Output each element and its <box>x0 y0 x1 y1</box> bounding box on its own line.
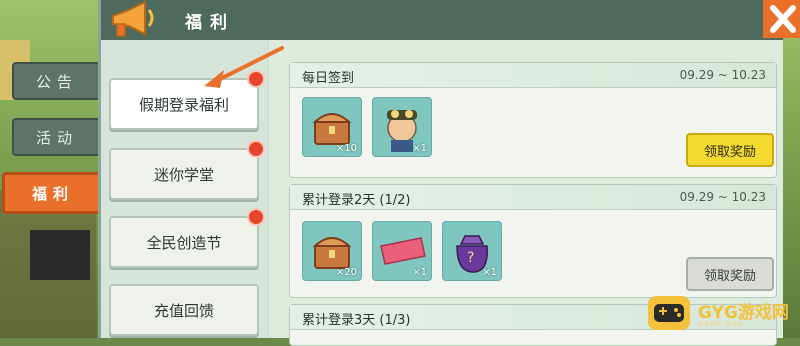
gamepad-logo-icon <box>648 296 690 330</box>
sidebar-item-label: 假期登录福利 <box>138 95 229 114</box>
notification-dot <box>247 208 265 226</box>
sidebar-item-label: 全民创造节 <box>146 233 222 252</box>
notification-dot <box>247 140 265 158</box>
card-title: 每日签到 <box>302 71 355 86</box>
sidebar-item-mini-school[interactable]: 迷你学堂 <box>109 140 265 200</box>
claim-reward-button[interactable]: 领取奖励 <box>686 257 774 291</box>
reward-card-daily-signin: 每日签到 09.29 ~ 10.23 ×10 ×1 领取奖励 <box>289 62 777 178</box>
claim-button-label: 领取奖励 <box>703 144 756 160</box>
watermark: GYG游戏网 GAME BOX <box>646 294 796 332</box>
item-quantity: ×10 <box>335 143 357 154</box>
card-header: 累计登录2天 (1/2) 09.29 ~ 10.23 <box>290 185 776 210</box>
item-quantity: ×1 <box>482 267 497 278</box>
card-date: 09.29 ~ 10.23 <box>679 68 766 82</box>
sidebar-item-label: 迷你学堂 <box>153 165 214 184</box>
watermark-subtext: GAME BOX <box>698 320 744 328</box>
claim-button-label: 领取奖励 <box>703 268 756 284</box>
reward-item[interactable]: ? ×1 <box>442 221 502 281</box>
card-header: 每日签到 09.29 ~ 10.23 <box>290 63 776 88</box>
item-quantity: ×1 <box>412 267 427 278</box>
reward-item[interactable]: ×1 <box>372 221 432 281</box>
category-tab-label: 公告 <box>35 72 78 91</box>
page-title: 福利 <box>185 13 235 33</box>
svg-text:?: ? <box>467 250 474 266</box>
sidebar-item-recharge-reward[interactable]: 充值回馈 <box>109 284 259 336</box>
background-block <box>30 230 90 280</box>
reward-item[interactable]: ×1 <box>372 97 432 157</box>
category-tab-activity[interactable]: 活动 <box>12 118 102 156</box>
item-quantity: ×20 <box>335 267 357 278</box>
panel-header: 福利 <box>101 0 800 40</box>
category-tab-welfare[interactable]: 福利 <box>2 172 104 214</box>
category-tab-label: 福利 <box>31 184 74 203</box>
reward-card-login-2-days: 累计登录2天 (1/2) 09.29 ~ 10.23 ×20 ×1 ? ×1 领… <box>289 184 777 298</box>
card-title: 累计登录3天 (1/3) <box>302 313 411 328</box>
megaphone-icon <box>112 0 154 37</box>
sidebar-item-creation-festival[interactable]: 全民创造节 <box>109 208 265 268</box>
category-tab-announcement[interactable]: 公告 <box>12 62 102 100</box>
reward-item[interactable]: ×20 <box>302 221 362 281</box>
card-title: 累计登录2天 (1/2) <box>302 193 411 208</box>
card-date: 09.29 ~ 10.23 <box>679 190 766 204</box>
sidebar-item-label: 充值回馈 <box>153 301 214 320</box>
pointer-arrow-icon <box>204 46 284 88</box>
claim-reward-button[interactable]: 领取奖励 <box>686 133 774 167</box>
item-quantity: ×1 <box>412 143 427 154</box>
reward-item[interactable]: ×10 <box>302 97 362 157</box>
close-icon[interactable] <box>763 0 800 38</box>
category-tab-label: 活动 <box>35 128 78 147</box>
